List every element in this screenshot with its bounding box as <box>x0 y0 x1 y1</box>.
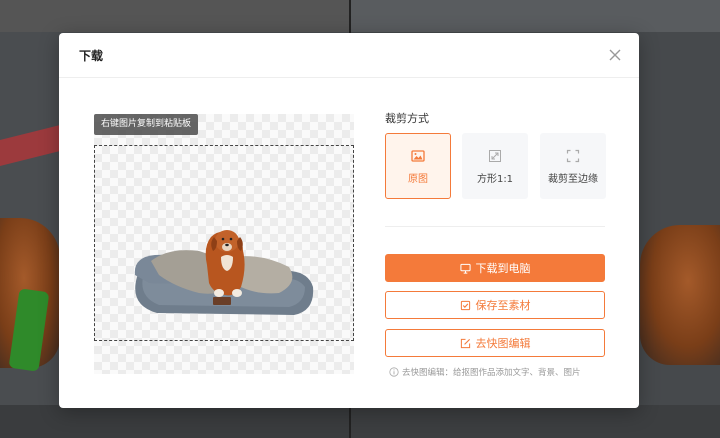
crop-option-square[interactable]: 方形1:1 <box>462 133 528 199</box>
crop-mode-label: 裁剪方式 <box>385 112 429 125</box>
copy-to-clipboard-tip: 右键图片复制到粘贴板 <box>94 114 199 135</box>
crop-option-label: 方形1:1 <box>476 174 514 185</box>
image-icon <box>411 150 425 162</box>
background-dog-photo-right <box>640 225 720 365</box>
download-dialog: 下载 右键图片复制到粘贴板 裁剪方式 原图 方形1:1 裁剪至边缘 下载到电脑 … <box>59 33 639 408</box>
cutout-dog-on-bed-image[interactable] <box>129 227 317 319</box>
download-to-computer-button[interactable]: 下载到电脑 <box>385 254 605 282</box>
background-floor-left <box>0 405 349 438</box>
save-to-materials-button[interactable]: 保存至素材 <box>385 291 605 319</box>
background-toolbar-right <box>351 0 720 32</box>
background-toolbar-left <box>0 0 349 32</box>
edit-hint-text: 去快图编辑：给抠图作品添加文字、背景、图片 <box>402 368 581 378</box>
info-icon <box>389 367 399 377</box>
crop-option-label: 原图 <box>408 174 428 185</box>
section-divider <box>385 226 605 227</box>
edit-hint: 去快图编辑：给抠图作品添加文字、背景、图片 <box>389 366 605 378</box>
download-button-label: 下载到电脑 <box>475 262 531 275</box>
dialog-title: 下载 <box>79 49 104 63</box>
close-icon[interactable] <box>607 47 623 63</box>
edit-icon <box>460 338 470 348</box>
edit-in-kuaitu-button[interactable]: 去快图编辑 <box>385 329 605 357</box>
crop-option-edge[interactable]: 裁剪至边缘 <box>540 133 606 199</box>
background-floor-right <box>351 405 720 438</box>
checkbox-icon <box>460 300 470 310</box>
crop-option-original[interactable]: 原图 <box>385 133 451 199</box>
square-expand-icon <box>489 150 501 162</box>
dialog-header: 下载 <box>59 33 639 78</box>
crop-edge-icon <box>566 149 580 163</box>
save-button-label: 保存至素材 <box>475 299 531 312</box>
edit-button-label: 去快图编辑 <box>475 337 531 350</box>
monitor-icon <box>459 263 471 274</box>
crop-option-label: 裁剪至边缘 <box>548 174 598 185</box>
